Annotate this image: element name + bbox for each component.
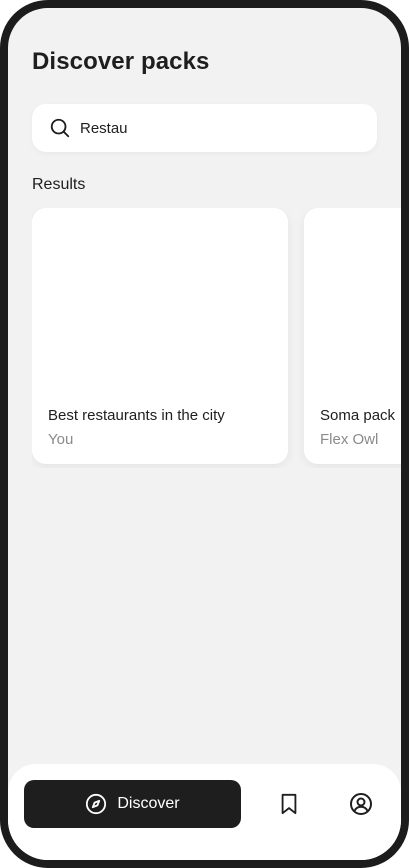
search-input[interactable]	[80, 119, 360, 137]
nav-discover-button[interactable]: Discover	[24, 780, 241, 828]
search-bar[interactable]	[32, 104, 377, 152]
results-carousel[interactable]: Best restaurants in the city You Soma pa…	[32, 208, 401, 468]
pack-card[interactable]: Soma pack Flex Owl	[304, 208, 401, 464]
pack-card-author: Flex Owl	[320, 431, 379, 448]
pack-card-title: Soma pack	[320, 407, 396, 424]
profile-icon[interactable]	[349, 792, 373, 816]
results-heading: Results	[32, 176, 86, 193]
phone-frame: Discover packs Results Best restaurants …	[0, 0, 409, 868]
page-title: Discover packs	[32, 48, 210, 75]
nav-discover-label: Discover	[117, 795, 180, 812]
search-icon	[48, 116, 72, 140]
compass-icon	[85, 793, 107, 815]
bookmark-icon[interactable]	[277, 792, 301, 816]
pack-card-title: Best restaurants in the city	[48, 407, 225, 424]
pack-card[interactable]: Best restaurants in the city You	[32, 208, 288, 464]
screen: Discover packs Results Best restaurants …	[8, 8, 401, 860]
pack-card-author: You	[48, 431, 74, 448]
bottom-navigation: Discover	[8, 764, 401, 860]
